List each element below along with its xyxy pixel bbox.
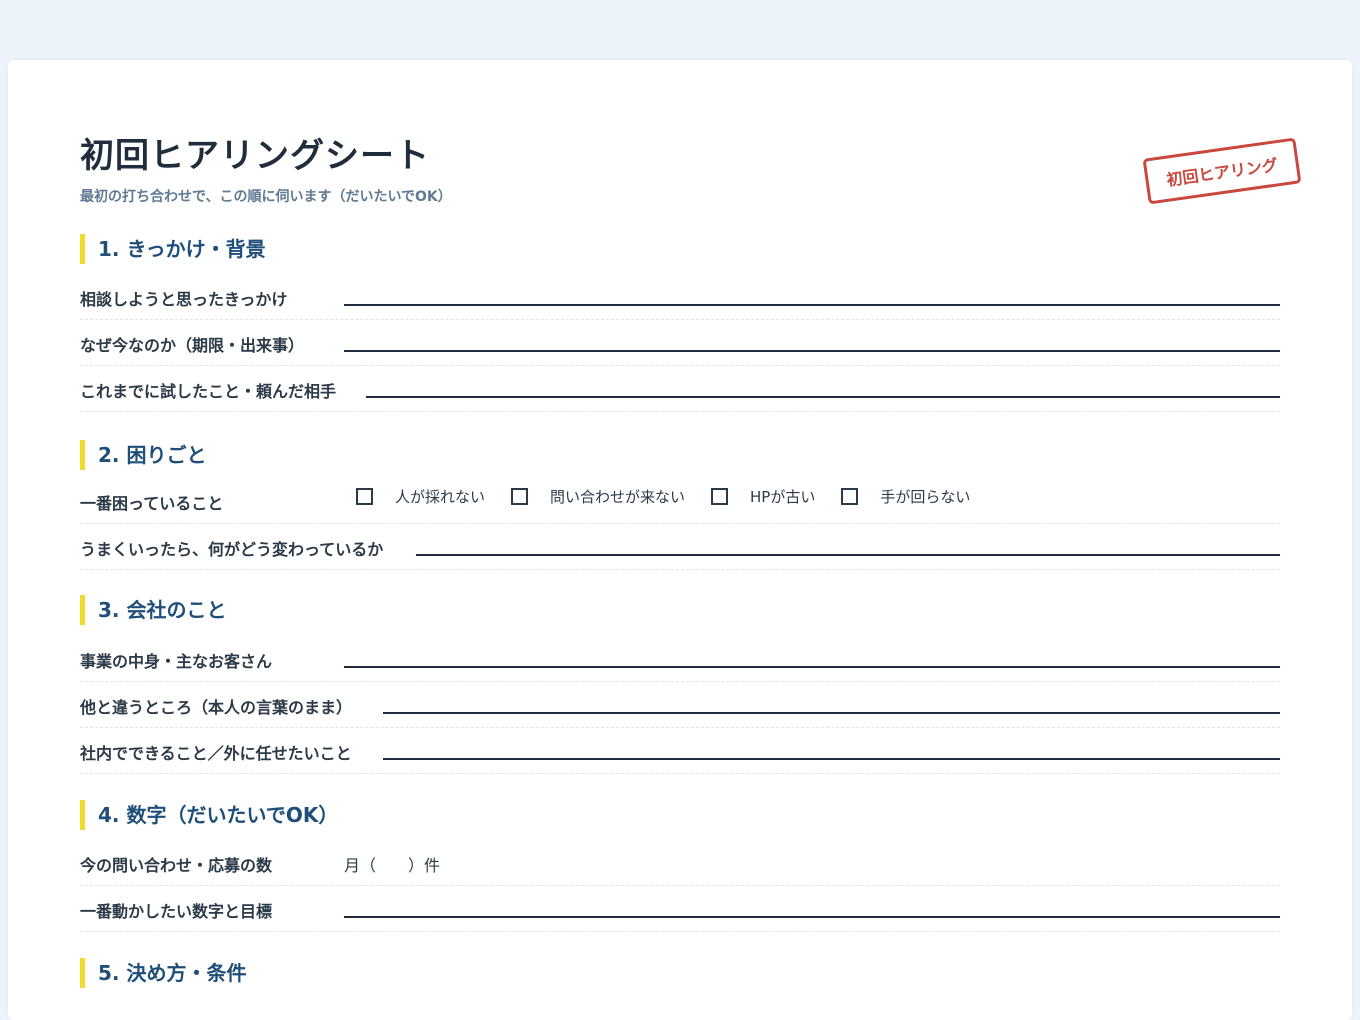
checkbox[interactable] [356,488,373,505]
checkbox[interactable] [841,488,859,505]
field-row: これまでに試したこと・頼んだ相手 [80,366,1280,412]
field-label: 一番困っていること [80,494,224,513]
field-row: なぜ今なのか（期限・出来事） [80,320,1280,366]
field-label: 他と違うところ（本人の言葉のまま） [80,698,353,717]
section-title-3: 3. 会社のこと [80,595,226,625]
count-field[interactable]: 月（ ）件 [344,852,440,876]
answer-line[interactable] [383,712,1280,714]
field-row: 今の問い合わせ・応募の数 月（ ）件 [80,840,1280,886]
field-row: 事業の中身・主なお客さん [80,636,1280,682]
option-label: 人が採れない [395,488,486,506]
field-row: うまくいったら、何がどう変わっているか [80,524,1280,570]
field-label: なぜ今なのか（期限・出来事） [80,336,305,355]
trouble-options: 人が採れない 問い合わせが来ない HPが古い 手が回らない [356,486,996,507]
section-title-5: 5. 決め方・条件 [80,958,246,988]
option-item[interactable]: 手が回らない [841,486,970,507]
option-label: 手が回らない [880,488,971,506]
answer-line[interactable] [366,396,1280,398]
answer-line[interactable] [344,304,1280,306]
checkbox[interactable] [711,488,729,505]
field-label: うまくいったら、何がどう変わっているか [80,540,384,559]
field-label: 今の問い合わせ・応募の数 [80,856,273,875]
option-label: HPが古い [750,488,816,506]
field-row: 一番困っていること 人が採れない 問い合わせが来ない HPが古い 手が回らない [80,478,1280,524]
field-row: 一番動かしたい数字と目標 [80,886,1280,932]
field-label: 一番動かしたい数字と目標 [80,902,273,921]
page-subtitle: 最初の打ち合わせで、この順に伺います（だいたいでOK） [80,189,452,205]
option-item[interactable]: HPが古い [711,486,815,507]
field-row: 社内でできること／外に任せたいこと [80,728,1280,774]
answer-line[interactable] [344,666,1280,668]
field-label: これまでに試したこと・頼んだ相手 [80,382,337,401]
section-title-1: 1. きっかけ・背景 [80,234,266,264]
page-title: 初回ヒアリングシート [80,136,430,176]
field-label: 事業の中身・主なお客さん [80,652,273,671]
field-row: 相談しようと思ったきっかけ [80,274,1280,320]
checkbox[interactable] [511,488,529,505]
option-item[interactable]: 人が採れない [356,486,485,507]
answer-line[interactable] [416,554,1280,556]
option-item[interactable]: 問い合わせが来ない [511,486,685,507]
field-row: 他と違うところ（本人の言葉のまま） [80,682,1280,728]
field-label: 社内でできること／外に任せたいこと [80,744,352,763]
answer-line[interactable] [344,916,1280,918]
field-label: 相談しようと思ったきっかけ [80,290,288,309]
section-title-2: 2. 困りごと [80,440,206,470]
answer-line[interactable] [383,758,1280,760]
stamp: 初回ヒアリング [1142,137,1302,205]
option-label: 問い合わせが来ない [550,488,686,506]
hearing-sheet: 初回ヒアリングシート 最初の打ち合わせで、この順に伺います（だいたいでOK） 初… [8,60,1352,1020]
answer-line[interactable] [344,350,1280,352]
section-title-4: 4. 数字（だいたいでOK） [80,800,338,830]
